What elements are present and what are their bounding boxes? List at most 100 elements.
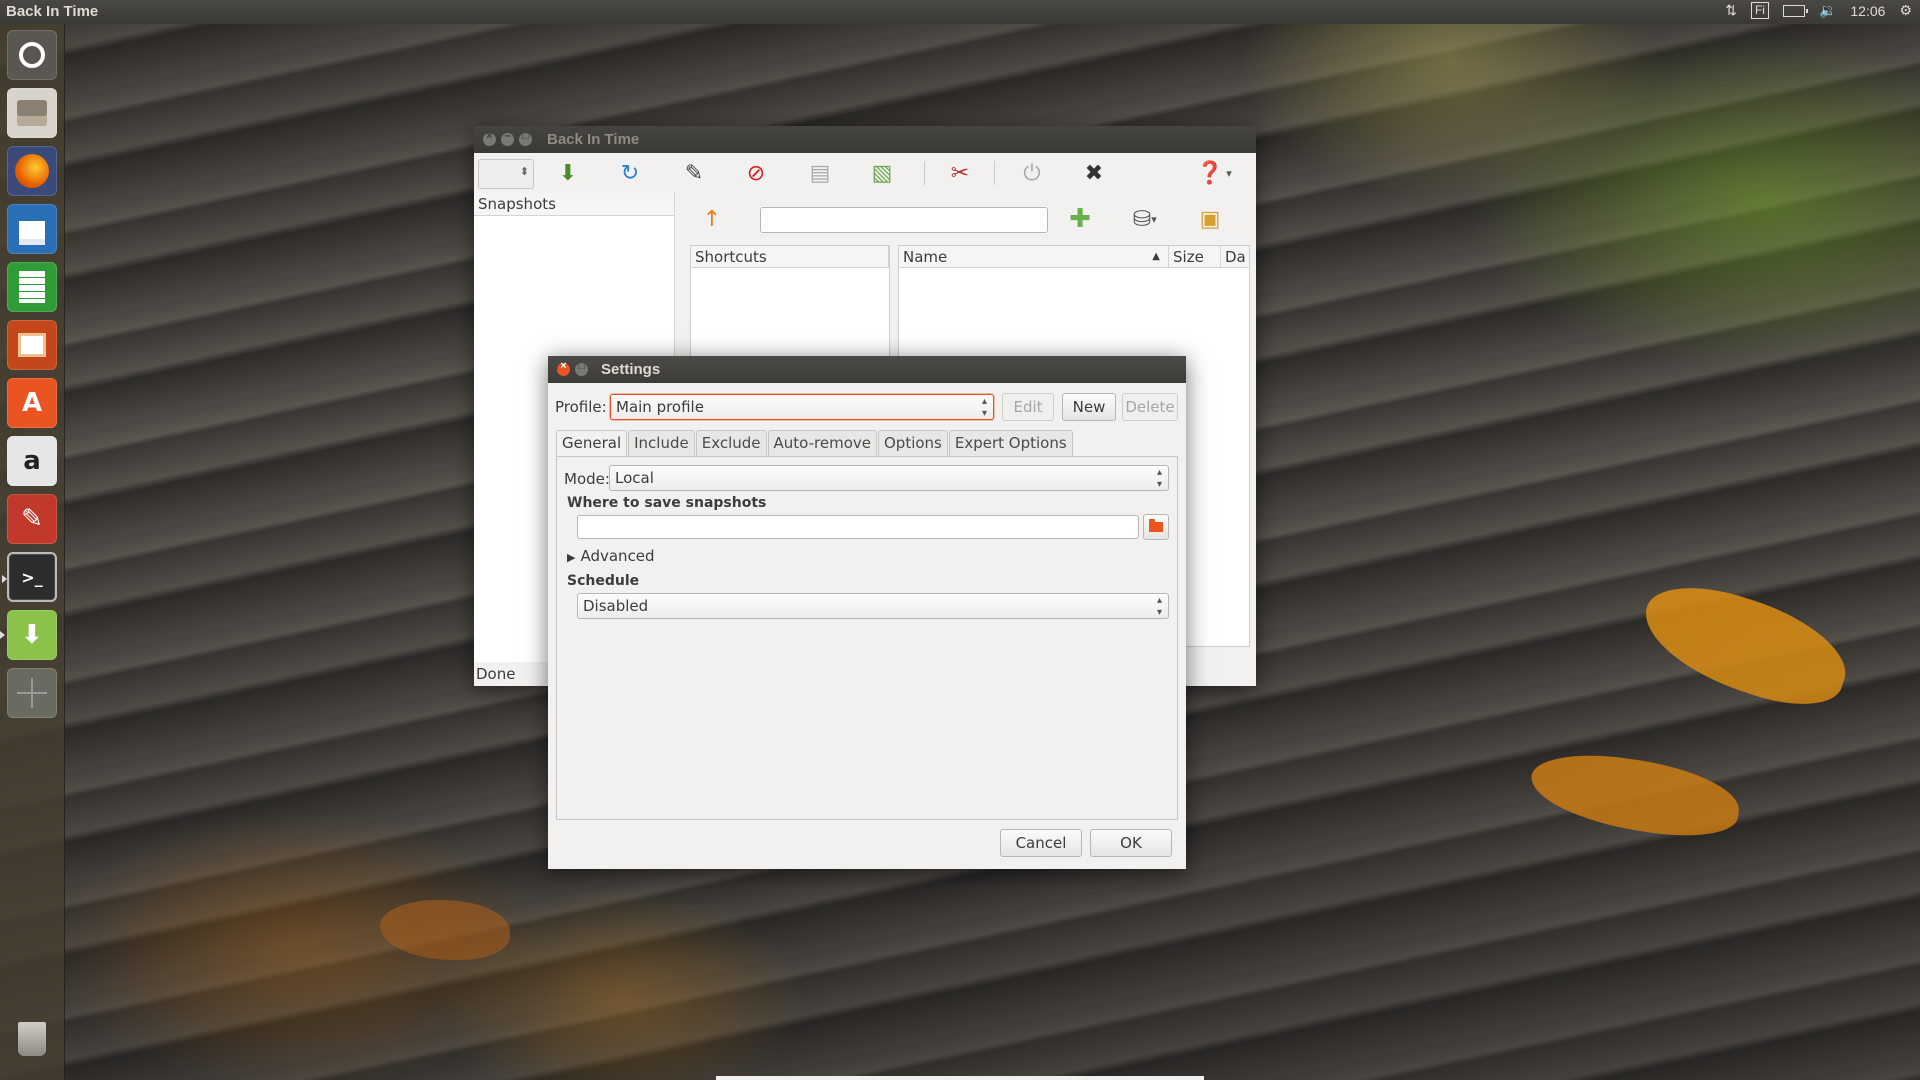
add-to-include-icon[interactable]: ✚ xyxy=(1064,203,1096,235)
schedule-select[interactable]: Disabled ▴ ▾ xyxy=(577,593,1169,619)
close-window-button[interactable]: × xyxy=(483,130,496,146)
ubuntu-logo-icon xyxy=(19,42,45,68)
settings-icon[interactable]: ✂ xyxy=(944,157,976,189)
files-launcher[interactable] xyxy=(7,88,57,138)
browse-folder-button[interactable] xyxy=(1143,514,1169,540)
workspace-switcher-launcher[interactable] xyxy=(7,668,57,718)
launcher: A a ✎ >_ ⬇ xyxy=(0,24,65,1080)
main-toolbar: ⬇ ↻ ✎ ⊘ ▤ ▧ ✂ ⏻ ✖ ❓ ▾ xyxy=(474,153,1256,193)
main-window-title: Back In Time xyxy=(547,131,640,148)
combo-arrows-icon: ▴ ▾ xyxy=(1156,467,1162,490)
snapshot-path-field[interactable] xyxy=(577,515,1139,539)
shutdown-icon[interactable]: ⏻ xyxy=(1016,157,1048,189)
schedule-value: Disabled xyxy=(583,597,649,615)
toolbar-separator xyxy=(924,161,925,185)
tab-options[interactable]: Options xyxy=(877,430,948,456)
tab-general[interactable]: General xyxy=(556,430,628,457)
taskbar-hint xyxy=(716,1076,1204,1080)
where-to-save-label: Where to save snapshots xyxy=(567,495,767,511)
dash-home-button[interactable] xyxy=(7,30,57,80)
top-panel: Back In Time ⇅ Fi 🔉 12:06 ⚙ xyxy=(0,0,1920,24)
ok-button[interactable]: OK xyxy=(1090,829,1172,857)
folder-up-icon[interactable]: ↑ xyxy=(696,203,728,235)
maximize-window-button[interactable]: □ xyxy=(519,130,532,146)
trash-launcher[interactable] xyxy=(7,1014,57,1064)
terminal-launcher[interactable]: >_ xyxy=(2,552,57,602)
tab-auto-remove[interactable]: Auto-remove xyxy=(767,430,877,456)
calc-icon xyxy=(19,271,45,303)
running-indicator xyxy=(0,631,5,639)
impress-launcher[interactable] xyxy=(7,320,57,370)
battery-icon[interactable] xyxy=(1782,4,1808,17)
gear-icon[interactable]: ⚙ xyxy=(1899,2,1912,19)
close-icon: × xyxy=(486,130,493,142)
column-header-size[interactable]: Size xyxy=(1169,246,1221,268)
close-dialog-button[interactable]: × xyxy=(557,360,570,376)
folder-icon xyxy=(1149,519,1163,532)
maximize-dialog-button[interactable]: □ xyxy=(575,360,588,376)
profile-value: Main profile xyxy=(616,398,704,416)
restore-chevron-down-icon[interactable]: ▾ xyxy=(1146,203,1162,235)
firefox-launcher[interactable] xyxy=(7,146,57,196)
settings-titlebar[interactable]: × □ Settings xyxy=(548,356,1186,383)
snapshots-dialog-icon[interactable]: ▣ xyxy=(1194,203,1226,235)
shortcuts-header[interactable]: Shortcuts xyxy=(691,246,889,268)
snapshot-selector[interactable] xyxy=(478,159,534,189)
maximize-icon: □ xyxy=(522,130,529,142)
back-in-time-launcher[interactable]: ⬇ xyxy=(0,610,57,660)
writer-icon xyxy=(19,213,45,245)
tab-exclude[interactable]: Exclude xyxy=(695,430,767,456)
exit-icon[interactable]: ✖ xyxy=(1078,157,1110,189)
column-header-date[interactable]: Da xyxy=(1221,246,1249,268)
download-tray-icon: ⬇ xyxy=(21,620,43,650)
network-icon[interactable]: ⇅ xyxy=(1725,2,1737,19)
settings-dialog: × □ Settings Profile: Main profile ▴ ▾ Ed… xyxy=(548,356,1186,869)
advanced-expander[interactable]: ▶ Advanced xyxy=(567,547,655,565)
combo-arrows-icon: ▴ ▾ xyxy=(1156,595,1162,618)
amazon-launcher[interactable]: a xyxy=(7,436,57,486)
path-input[interactable] xyxy=(760,207,1048,233)
mode-select[interactable]: Local ▴ ▾ xyxy=(609,465,1169,491)
settings-title: Settings xyxy=(601,361,661,378)
edit-name-icon[interactable]: ✎ xyxy=(678,157,710,189)
maximize-icon: □ xyxy=(578,360,585,372)
view-last-log-icon[interactable]: ▧ xyxy=(866,157,898,189)
amazon-icon: a xyxy=(23,446,41,476)
indicator-area: ⇅ Fi 🔉 12:06 ⚙ xyxy=(1725,2,1912,19)
terminal-icon: >_ xyxy=(21,567,43,587)
snapshots-header[interactable]: Snapshots xyxy=(474,193,674,216)
profile-label: Profile: xyxy=(555,398,607,416)
writer-launcher[interactable] xyxy=(7,204,57,254)
take-snapshot-icon[interactable]: ⬇ xyxy=(552,157,584,189)
remove-snapshot-icon[interactable]: ⊘ xyxy=(740,157,772,189)
calc-launcher[interactable] xyxy=(7,262,57,312)
refresh-icon[interactable]: ↻ xyxy=(614,157,646,189)
column-name-label: Name xyxy=(903,248,948,266)
volume-icon[interactable]: 🔉 xyxy=(1819,2,1836,19)
system-settings-launcher[interactable]: ✎ xyxy=(7,494,57,544)
minimize-window-button[interactable]: – xyxy=(501,130,514,146)
software-center-icon: A xyxy=(21,388,43,418)
active-app-title: Back In Time xyxy=(6,3,99,20)
cancel-button[interactable]: Cancel xyxy=(1000,829,1082,857)
running-indicator xyxy=(2,575,7,583)
new-profile-button[interactable]: New xyxy=(1062,393,1116,421)
clock[interactable]: 12:06 xyxy=(1850,3,1885,19)
mode-value: Local xyxy=(615,469,654,487)
keyboard-layout-indicator[interactable]: Fi xyxy=(1750,2,1769,19)
minimize-icon: – xyxy=(504,130,511,142)
help-menu-chevron-down-icon[interactable]: ▾ xyxy=(1220,157,1238,189)
workspaces-icon xyxy=(17,678,47,708)
tab-expert-options[interactable]: Expert Options xyxy=(948,430,1073,456)
column-header-name[interactable]: Name ▲ xyxy=(899,246,1169,268)
close-icon: × xyxy=(560,360,567,372)
schedule-label: Schedule xyxy=(567,573,640,589)
edit-profile-button[interactable]: Edit xyxy=(1002,393,1054,421)
tab-include[interactable]: Include xyxy=(628,430,695,456)
expander-arrow-icon: ▶ xyxy=(567,551,576,564)
main-window-titlebar[interactable]: × – □ Back In Time xyxy=(474,126,1256,153)
software-center-launcher[interactable]: A xyxy=(7,378,57,428)
delete-profile-button[interactable]: Delete xyxy=(1122,393,1178,421)
profile-select[interactable]: Main profile ▴ ▾ xyxy=(610,394,994,420)
view-log-icon[interactable]: ▤ xyxy=(804,157,836,189)
